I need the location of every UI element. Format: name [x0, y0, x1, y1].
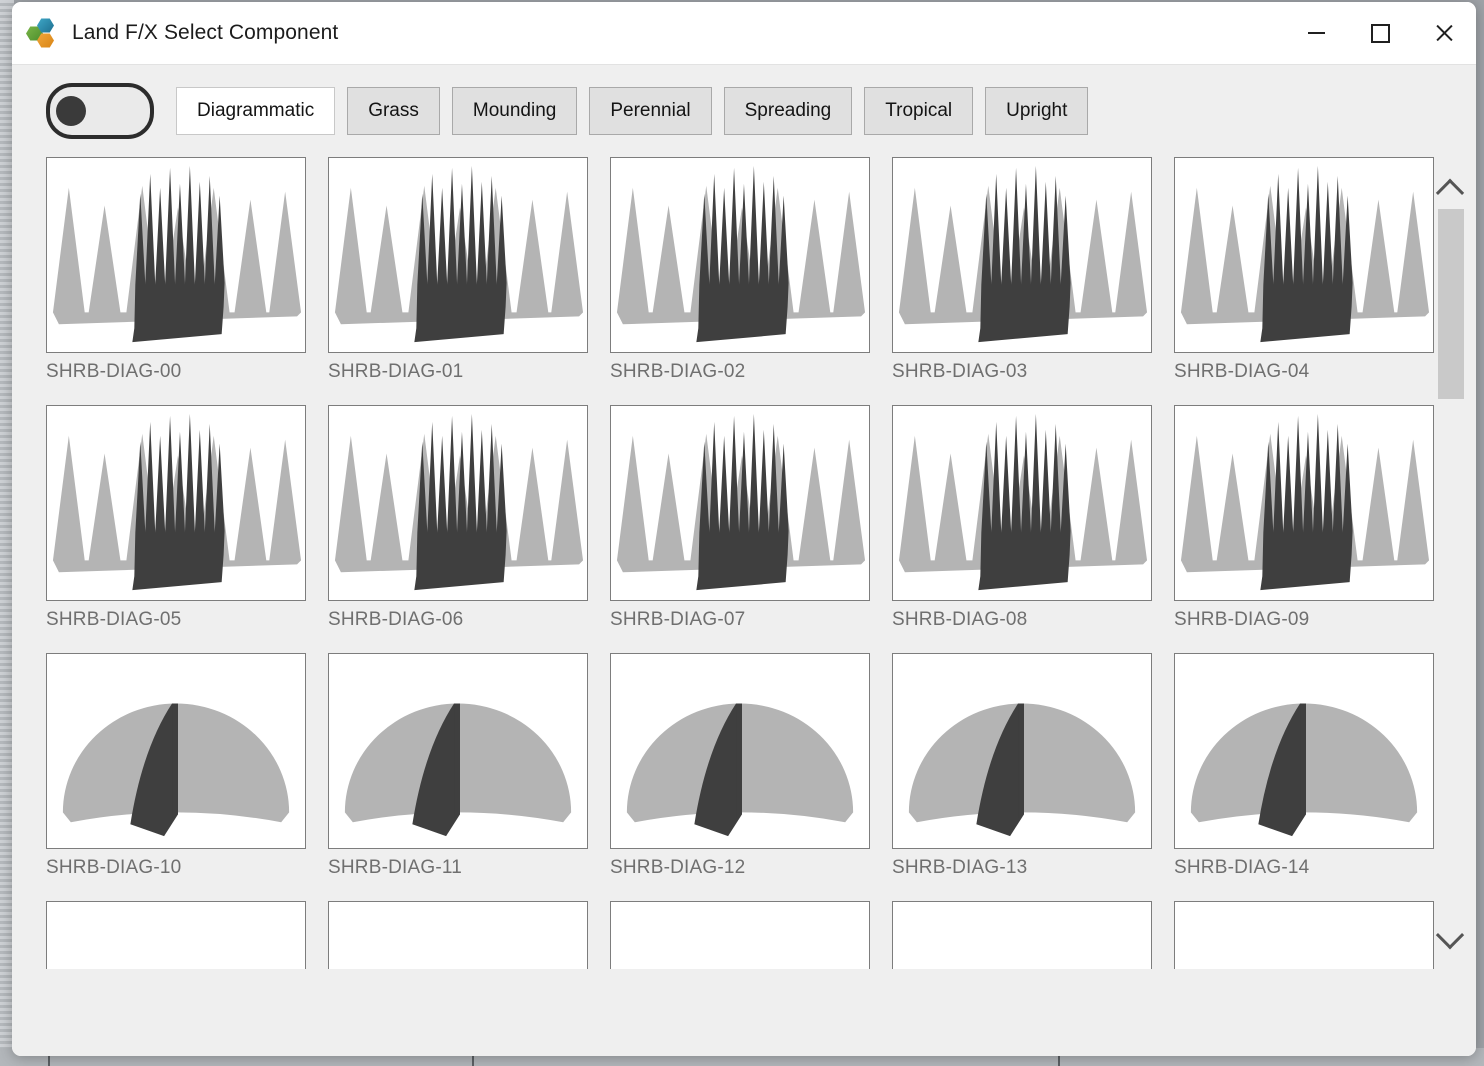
component-thumbnail[interactable]: [610, 405, 870, 601]
component-grid: SHRB-DIAG-00 SHRB-DIAG-01 SHRB-DIAG-02 SHRB…: [46, 157, 1446, 969]
component-thumbnail[interactable]: [328, 901, 588, 969]
component-thumbnail[interactable]: [46, 901, 306, 969]
component-cell: SHRB-DIAG-04: [1174, 157, 1436, 405]
component-cell: SHRB-DIAG-10: [46, 653, 308, 901]
vertical-scrollbar[interactable]: [1430, 157, 1470, 969]
component-thumbnail[interactable]: [1174, 901, 1434, 969]
landfx-hexagon-logo-icon: [26, 16, 60, 50]
component-label: SHRB-DIAG-04: [1174, 361, 1310, 382]
component-thumbnail[interactable]: [1174, 405, 1434, 601]
component-cell: [1174, 901, 1436, 969]
component-label: SHRB-DIAG-11: [328, 857, 463, 878]
component-thumbnail[interactable]: [892, 157, 1152, 353]
scrollbar-thumb[interactable]: [1438, 209, 1464, 399]
component-cell: SHRB-DIAG-11: [328, 653, 590, 901]
component-thumbnail[interactable]: [892, 653, 1152, 849]
component-thumbnail[interactable]: [610, 157, 870, 353]
component-cell: [892, 901, 1154, 969]
component-label: SHRB-DIAG-07: [610, 609, 746, 630]
tab-tropical[interactable]: Tropical: [864, 87, 974, 135]
tab-perennial[interactable]: Perennial: [589, 87, 712, 135]
component-label: SHRB-DIAG-03: [892, 361, 1028, 382]
minimize-button[interactable]: [1284, 2, 1348, 64]
hexagon-orange-icon: [37, 33, 54, 48]
component-cell: SHRB-DIAG-07: [610, 405, 872, 653]
component-thumbnail[interactable]: [1174, 653, 1434, 849]
toolbar: Diagrammatic Grass Mounding Perennial Spread…: [12, 65, 1476, 157]
scroll-up-button[interactable]: [1430, 173, 1470, 207]
component-thumbnail[interactable]: [892, 405, 1152, 601]
component-label: SHRB-DIAG-00: [46, 361, 182, 382]
maximize-icon: [1370, 23, 1390, 43]
component-label: SHRB-DIAG-01: [328, 361, 464, 382]
component-cell: SHRB-DIAG-00: [46, 157, 308, 405]
tab-upright[interactable]: Upright: [985, 87, 1089, 135]
component-thumbnail[interactable]: [46, 653, 306, 849]
window-controls: [1284, 2, 1476, 64]
application-window: Land F/X Select Component Diagrammatic Gr…: [12, 2, 1476, 1056]
component-cell: SHRB-DIAG-14: [1174, 653, 1436, 901]
scroll-down-button[interactable]: [1430, 921, 1470, 955]
component-cell: [328, 901, 590, 969]
component-label: SHRB-DIAG-06: [328, 609, 464, 630]
title-bar: Land F/X Select Component: [12, 2, 1476, 64]
component-cell: SHRB-DIAG-05: [46, 405, 308, 653]
component-thumbnail[interactable]: [892, 901, 1152, 969]
component-thumbnail[interactable]: [328, 405, 588, 601]
component-thumbnail[interactable]: [46, 157, 306, 353]
component-cell: SHRB-DIAG-03: [892, 157, 1154, 405]
close-icon: [1434, 23, 1454, 43]
component-cell: SHRB-DIAG-12: [610, 653, 872, 901]
hexagon-blue-icon: [37, 18, 54, 33]
minimize-icon: [1307, 32, 1325, 34]
component-thumbnail[interactable]: [610, 901, 870, 969]
component-cell: SHRB-DIAG-09: [1174, 405, 1436, 653]
component-thumbnail[interactable]: [46, 405, 306, 601]
component-label: SHRB-DIAG-13: [892, 857, 1028, 878]
chevron-down-icon: [1435, 921, 1465, 950]
component-label: SHRB-DIAG-09: [1174, 609, 1310, 630]
view-mode-toggle[interactable]: [46, 83, 154, 139]
component-label: SHRB-DIAG-08: [892, 609, 1028, 630]
component-label: SHRB-DIAG-02: [610, 361, 746, 382]
component-thumbnail[interactable]: [1174, 157, 1434, 353]
window-client-area: Diagrammatic Grass Mounding Perennial Spread…: [12, 64, 1476, 1056]
component-cell: SHRB-DIAG-08: [892, 405, 1154, 653]
tab-spreading[interactable]: Spreading: [723, 87, 853, 135]
category-tabs: Diagrammatic Grass Mounding Perennial Spread…: [176, 87, 1089, 135]
component-label: SHRB-DIAG-05: [46, 609, 182, 630]
maximize-button[interactable]: [1348, 2, 1412, 64]
component-label: SHRB-DIAG-14: [1174, 857, 1310, 878]
window-title: Land F/X Select Component: [72, 21, 339, 44]
tab-diagrammatic[interactable]: Diagrammatic: [176, 87, 336, 135]
component-label: SHRB-DIAG-12: [610, 857, 746, 878]
tab-grass[interactable]: Grass: [347, 87, 440, 135]
component-cell: [610, 901, 872, 969]
component-thumbnail[interactable]: [328, 653, 588, 849]
tab-mounding[interactable]: Mounding: [451, 87, 578, 135]
thumbnail-scroll-region: SHRB-DIAG-00 SHRB-DIAG-01 SHRB-DIAG-02 SHRB…: [12, 157, 1476, 969]
component-cell: SHRB-DIAG-01: [328, 157, 590, 405]
close-button[interactable]: [1412, 2, 1476, 64]
chevron-up-icon: [1435, 178, 1465, 207]
component-cell: SHRB-DIAG-02: [610, 157, 872, 405]
component-cell: SHRB-DIAG-13: [892, 653, 1154, 901]
component-label: SHRB-DIAG-10: [46, 857, 182, 878]
component-cell: [46, 901, 308, 969]
component-thumbnail[interactable]: [610, 653, 870, 849]
component-thumbnail[interactable]: [328, 157, 588, 353]
toggle-knob: [56, 96, 86, 126]
component-cell: SHRB-DIAG-06: [328, 405, 590, 653]
